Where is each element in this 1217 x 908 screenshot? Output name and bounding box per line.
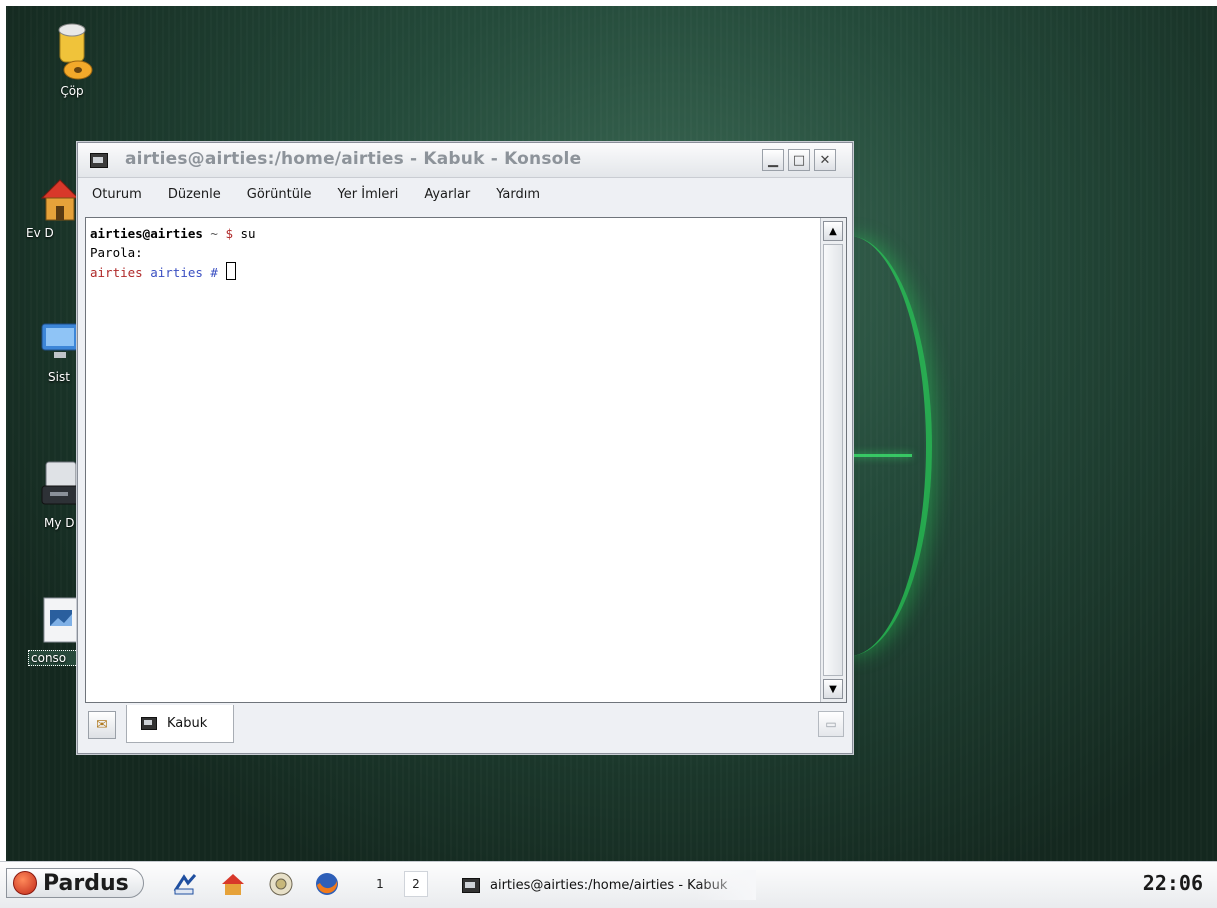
desktop-icon-label: conso [28,650,84,666]
home-icon[interactable] [220,871,246,897]
close-button[interactable]: ✕ [814,149,836,171]
desktop-icon-system[interactable]: Sist [24,320,84,384]
root-prompt-user: airties [90,265,143,280]
taskbar: Pardus 1 2 airties@airties:/home/airties… [0,861,1217,908]
tab-label: Kabuk [167,716,208,731]
new-session-button[interactable]: ✉ [88,711,116,739]
menu-ayarlar[interactable]: Ayarlar [424,187,470,202]
scroll-up-button[interactable]: ▲ [823,221,843,241]
pardus-menu-button[interactable]: Pardus [6,868,144,898]
terminal-icon [141,717,157,730]
terminal-frame: airties@airties ~ $ su Parola: airties a… [85,217,847,703]
desktop-icon-label: Ev D [26,226,54,240]
scroll-down-button[interactable]: ▼ [823,679,843,699]
scrollbar-thumb[interactable] [823,244,843,676]
label-fade [696,870,756,900]
terminal-cursor [225,262,236,280]
monitor-icon [38,320,82,364]
start-button-label: Pardus [43,870,129,896]
clock[interactable]: 22:06 [1143,871,1203,895]
menu-yer-imleri[interactable]: Yer İmleri [338,187,399,202]
terminal-line: Parola: [90,245,143,260]
root-prompt-dir: airties [142,265,203,280]
desktop-icon-drive[interactable]: My D [24,460,84,530]
desktop-icon-label: Çöp [60,84,84,98]
taskbar-window-label: airties@airties:/home/airties - Kabuk [490,877,728,893]
terminal-output[interactable]: airties@airties ~ $ su Parola: airties a… [90,224,816,698]
typed-command: su [233,226,256,241]
menu-goruntule[interactable]: Görüntüle [247,187,312,202]
window-title: airties@airties:/home/airties - Kabuk - … [125,149,582,169]
menubar: Oturum Düzenle Görüntüle Yer İmleri Ayar… [78,178,852,210]
session-tabbar: ✉ Kabuk ▭ [78,705,852,751]
desktop-switch-1[interactable]: 1 [368,871,392,897]
terminal-line: airties@airties ~ $ su [90,224,816,243]
konsole-app-icon[interactable] [90,153,108,168]
root-prompt-symbol: # [202,265,218,280]
console-shortcut-icon [38,596,82,643]
help-icon[interactable] [268,871,294,897]
prompt-user-host: airties@airties [90,226,203,241]
menu-oturum[interactable]: Oturum [92,187,142,202]
drive-icon [38,460,82,505]
tab-kabuk[interactable]: Kabuk [126,705,234,743]
terminal-icon [462,877,480,893]
prompt-symbol: $ [225,226,233,241]
konsole-window: airties@airties:/home/airties - Kabuk - … [77,142,853,754]
window-titlebar[interactable]: airties@airties:/home/airties - Kabuk - … [78,143,852,178]
close-session-button[interactable]: ▭ [818,711,844,737]
pardus-logo-icon [13,871,37,895]
desktop-icon-console[interactable]: conso [24,596,84,666]
kate-icon[interactable] [172,871,198,897]
maximize-button[interactable]: □ [788,149,810,171]
menu-duzenle[interactable]: Düzenle [168,187,221,202]
terminal-line: airties airties # [90,262,816,282]
minimize-button[interactable]: ▁ [762,149,784,171]
taskbar-window-konsole[interactable]: airties@airties:/home/airties - Kabuk [456,870,756,900]
desktop-icon-home[interactable]: Ev D [24,176,84,240]
terminal-scrollbar[interactable]: ▲ ▼ [820,218,846,702]
desktop-switch-2[interactable]: 2 [404,871,428,897]
prompt-path: ~ [202,226,226,241]
wallpaper-glow-line [846,454,912,457]
firefox-icon[interactable] [314,871,340,897]
home-folder-icon [38,176,82,221]
trash-icon [50,22,94,80]
desktop-icon-trash[interactable]: Çöp [37,22,107,98]
menu-yardim[interactable]: Yardım [496,187,540,202]
